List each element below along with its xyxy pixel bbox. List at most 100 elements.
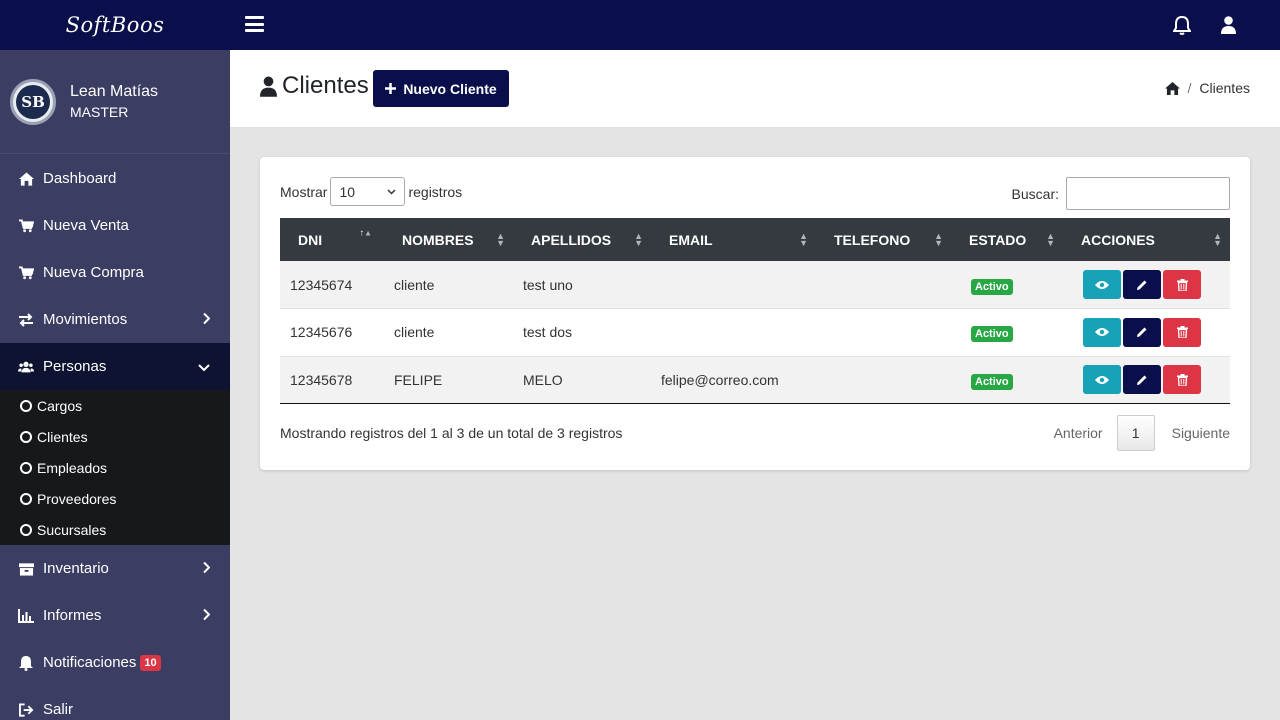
sidebar-item-nueva-venta[interactable]: Nueva Venta [0, 202, 230, 249]
circle-icon [20, 461, 32, 474]
cell-dni: 12345678 [290, 371, 353, 388]
table-row: 12345676 cliente test dos Activo [280, 309, 1230, 357]
sidebar-item-informes[interactable]: Informes [0, 592, 230, 639]
length-show-label: Mostrar [280, 183, 328, 200]
pencil-icon [1136, 279, 1148, 291]
length-control: Mostrar 10 registros [280, 177, 462, 206]
column-header-nombres[interactable]: NOMBRES ▲ ▼ [384, 218, 513, 261]
cell-estado: Activo [951, 309, 1063, 357]
sidebar-item-inventario[interactable]: Inventario [0, 545, 230, 592]
view-button[interactable] [1083, 365, 1121, 395]
avatar-text: SB [16, 84, 50, 119]
column-header-apellidos[interactable]: APELLIDOS ▲ ▼ [513, 218, 651, 261]
sidebar-item-movimientos[interactable]: Movimientos [0, 296, 230, 343]
sidebar-subitem-clientes[interactable]: Clientes [0, 421, 230, 452]
user-icon[interactable] [1221, 16, 1236, 39]
column-header-acciones[interactable]: ACCIONES ▲ ▼ [1063, 218, 1230, 261]
sort-icon: ▲ ▼ [934, 230, 943, 248]
view-button[interactable] [1083, 317, 1121, 347]
eye-icon [1095, 327, 1109, 337]
cell-apellidos: MELO [523, 371, 563, 388]
delete-button[interactable] [1163, 365, 1201, 395]
cell-nombres: FELIPE [394, 371, 443, 388]
column-header-telefono[interactable]: TELEFONO ▲ ▼ [816, 218, 951, 261]
sidebar-item-nueva-compra[interactable]: Nueva Compra [0, 249, 230, 296]
sidebar-item-label: Dashboard [43, 170, 117, 187]
column-header-dni[interactable]: DNI ↑ ▲ [280, 218, 384, 261]
cell-nombres: cliente [394, 276, 435, 293]
search-label: Buscar: [1011, 185, 1059, 202]
delete-button[interactable] [1163, 270, 1201, 299]
sort-icon: ▲ ▼ [634, 230, 643, 248]
cell-email [651, 309, 816, 357]
edit-button[interactable] [1123, 317, 1161, 347]
hamburger-menu-icon[interactable] [245, 16, 264, 32]
table-row: 12345678 FELIPE MELO felipe@correo.com A… [280, 356, 1230, 404]
sidebar-subitem-proveedores[interactable]: Proveedores [0, 483, 230, 514]
column-header-label: NOMBRES [402, 231, 474, 248]
sidebar-subitem-label: Sucursales [37, 521, 107, 538]
pagination: Anterior 1 Siguiente [1054, 415, 1230, 451]
pagination-previous[interactable]: Anterior [1054, 425, 1103, 441]
eye-icon [1095, 280, 1109, 290]
pagination-page[interactable]: 1 [1116, 415, 1155, 451]
circle-icon [20, 430, 32, 443]
column-header-label: ACCIONES [1081, 231, 1155, 248]
new-client-label: Nuevo Cliente [403, 80, 497, 97]
delete-button[interactable] [1163, 317, 1201, 347]
cell-estado: Activo [951, 356, 1063, 404]
sidebar-item-label: Nueva Venta [43, 217, 129, 234]
cell-acciones [1063, 309, 1230, 357]
cell-telefono [816, 309, 951, 357]
content-header: Clientes Nuevo Cliente / Clientes [230, 50, 1280, 128]
cell-apellidos: test dos [523, 324, 573, 341]
table-row: 12345674 cliente test uno Activo [280, 261, 1230, 309]
trash-icon [1176, 278, 1188, 291]
sidebar: SoftBoos SB Lean Matías MASTER Dashboard… [0, 0, 230, 720]
page-title-text: Clientes [282, 72, 369, 99]
sort-icon: ▲ ▼ [1046, 230, 1055, 248]
sidebar-subitem-label: Empleados [37, 459, 108, 476]
cell-acciones [1063, 356, 1230, 404]
personas-submenu: Cargos Clientes Empleados Proveedores Su… [0, 390, 230, 545]
pencil-icon [1136, 374, 1148, 386]
status-badge: Activo [971, 326, 1013, 343]
brand-logo[interactable]: SoftBoos [0, 0, 230, 50]
new-client-button[interactable]: Nuevo Cliente [373, 70, 509, 107]
table-info: Mostrando registros del 1 al 3 de un tot… [280, 425, 623, 441]
sidebar-item-dashboard[interactable]: Dashboard [0, 155, 230, 202]
column-header-email[interactable]: EMAIL ▲ ▼ [651, 218, 816, 261]
chevron-down-icon [198, 358, 210, 375]
sidebar-subitem-sucursales[interactable]: Sucursales [0, 514, 230, 545]
sort-icon: ▲ ▼ [496, 230, 505, 248]
sidebar-item-personas[interactable]: Personas [0, 343, 230, 390]
status-badge: Activo [971, 278, 1013, 295]
eye-icon [1095, 375, 1109, 385]
topbar [230, 0, 1280, 50]
user-role: MASTER [70, 103, 129, 120]
edit-button[interactable] [1123, 365, 1161, 395]
breadcrumb-separator: / [1187, 80, 1192, 96]
column-header-estado[interactable]: ESTADO ▲ ▼ [951, 218, 1063, 261]
users-icon [18, 359, 34, 375]
trash-icon [1176, 373, 1188, 386]
sidebar-item-label: Personas [43, 358, 107, 375]
sidebar-subitem-empleados[interactable]: Empleados [0, 452, 230, 483]
bell-icon[interactable] [1172, 15, 1192, 40]
length-select[interactable]: 10 [330, 177, 406, 206]
circle-icon [20, 523, 32, 536]
user-icon [260, 76, 277, 97]
search-input[interactable] [1066, 177, 1230, 210]
sidebar-item-notificaciones[interactable]: Notificaciones 10 [0, 639, 230, 686]
chevron-down-icon [387, 188, 396, 195]
clients-table: DNI ↑ ▲ NOMBRES ▲ ▼ APELLIDOS ▲ ▼ EMAIL ▲ ▼ … [280, 218, 1230, 404]
sort-icon: ▲ ▼ [799, 230, 808, 248]
view-button[interactable] [1083, 270, 1121, 299]
pagination-next[interactable]: Siguiente [1172, 425, 1230, 441]
column-header-label: APELLIDOS [531, 231, 612, 248]
edit-button[interactable] [1123, 270, 1161, 299]
sidebar-subitem-label: Cargos [37, 397, 83, 414]
sidebar-subitem-cargos[interactable]: Cargos [0, 390, 230, 421]
home-icon[interactable] [1164, 81, 1180, 95]
sidebar-item-salir[interactable]: Salir [0, 686, 230, 720]
